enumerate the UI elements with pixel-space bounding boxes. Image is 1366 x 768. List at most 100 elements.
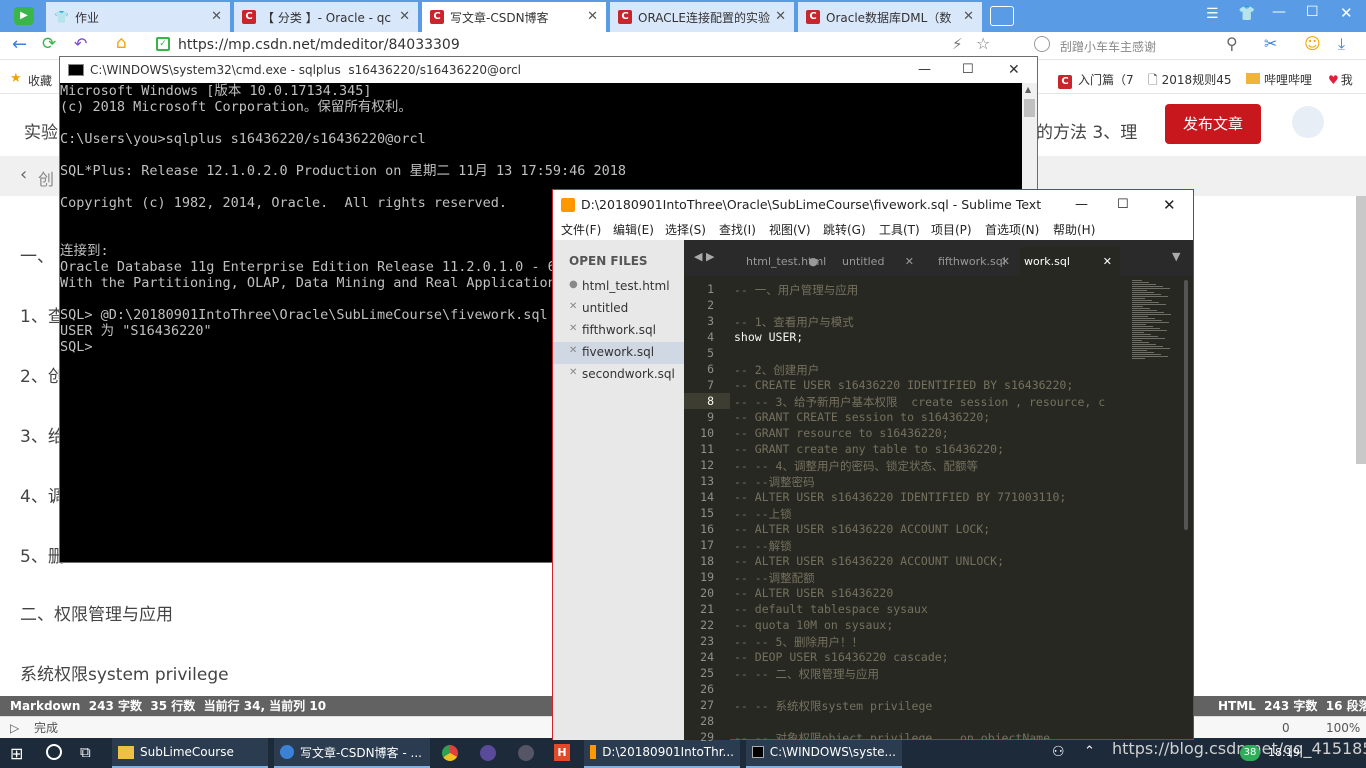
sidebar-file-item[interactable]: ● html_test.html [553,276,684,298]
hbuilder-icon[interactable]: H [554,744,570,761]
browser-logo-icon[interactable]: ▶ [14,7,34,25]
zoom-level[interactable]: 100% [1326,717,1360,739]
emoji-icon[interactable]: ☺ [1304,34,1321,53]
close-icon[interactable]: ✕ [1008,57,1020,83]
task-view-icon[interactable]: ⧉ [80,743,91,761]
editor-tab[interactable]: fifthwork.sql ✕ [924,247,1018,276]
menu-item[interactable]: 文件(F) [561,220,601,240]
menu-item[interactable]: 帮助(H) [1053,220,1095,240]
minimize-icon[interactable]: — [1272,4,1286,20]
taskbar-item-browser[interactable]: 写文章-CSDN博客 - ... [274,738,430,768]
publish-button[interactable]: 发布文章 [1165,104,1261,144]
code-area[interactable]: -- 一、用户管理与应用 -- 1、查看用户与模式 show USER; -- 2、创… [730,276,1128,740]
taskbar-item-cmd[interactable]: C:\WINDOWS\syste... [746,738,902,768]
sublime-scrollbar[interactable] [1181,276,1191,740]
menu-item[interactable]: 工具(T) [879,220,920,240]
menu-item[interactable]: 查找(I) [719,220,756,240]
sublime-window[interactable]: D:\20180901IntoThree\Oracle\SubLimeCours… [552,189,1194,744]
skin-icon[interactable]: 👕 [1238,6,1255,22]
sidebar-file-item[interactable]: ✕ fivework.sql [553,342,684,364]
tools-icon[interactable]: ✂ [1264,34,1277,53]
tab-oracle-connection[interactable]: C ORACLE连接配置的实验 ✕ [610,2,794,32]
tab-write-article[interactable]: C 写文章-CSDN博客 ✕ [422,2,606,32]
undo-icon[interactable]: ↶ [74,34,87,53]
menu-item[interactable]: 跳转(G) [823,220,866,240]
back-icon[interactable]: ← [12,34,27,55]
page-scrollbar[interactable] [1356,196,1366,464]
play-icon[interactable]: ▷ [10,717,19,739]
search-icon[interactable] [46,744,62,760]
scroll-thumb[interactable] [1024,99,1035,117]
maximize-icon[interactable]: ☐ [1306,4,1319,20]
search-engine-icon[interactable] [1034,36,1050,52]
eclipse-icon[interactable] [480,745,496,761]
close-icon[interactable]: ✕ [211,9,222,24]
tab-oracle-category[interactable]: C 【 分类 】- Oracle - qc ✕ [234,2,418,32]
bookmark-item[interactable]: C 入门篇（7 [1058,71,1134,89]
download-icon[interactable]: ⤓ [1338,34,1345,54]
url-field[interactable]: https://mp.csdn.net/mdeditor/84033309 [178,37,460,53]
close-icon[interactable]: ✕ [587,9,598,24]
sidebar-file-item[interactable]: ✕ secondwork.sql [553,364,684,386]
maximize-icon[interactable]: ☐ [1117,190,1129,220]
close-icon[interactable]: ✕ [399,9,410,24]
tab-overflow-icon[interactable]: ▼ [1172,250,1180,263]
unsaved-dot-icon[interactable]: ● [569,279,578,290]
sidebar-file-item[interactable]: ✕ fifthwork.sql [553,320,684,342]
menu-icon[interactable]: ☰ [1206,6,1219,22]
minimize-icon[interactable]: — [1075,190,1088,220]
close-icon[interactable]: ✕ [905,247,914,276]
avatar[interactable] [1292,106,1324,138]
search-input[interactable]: 刮蹭小车车主感谢 [1060,38,1156,55]
people-icon[interactable]: ⚇ [1052,744,1065,760]
unsaved-dot-icon[interactable]: ● [808,247,818,276]
close-icon[interactable]: ✕ [569,323,577,334]
editor-line[interactable]: 二、权限管理与应用 [20,600,173,625]
back-link[interactable]: 创 [38,166,54,190]
menu-item[interactable]: 选择(S) [665,220,706,240]
close-icon[interactable]: ✕ [569,367,577,378]
menu-item[interactable]: 首选项(N) [985,220,1039,240]
tab-oracle-dml[interactable]: C Oracle数据库DML（数 ✕ [798,2,982,32]
app-icon[interactable] [518,745,534,761]
sidebar-file-item[interactable]: ✕ untitled [553,298,684,320]
star-icon[interactable]: ☆ [976,34,990,53]
taskbar-item-folder[interactable]: SubLimeCourse [112,738,268,768]
scroll-up-icon[interactable]: ▲ [1025,85,1031,94]
search-icon[interactable]: ⚲ [1226,34,1238,53]
refresh-icon[interactable]: ⟳ [42,34,56,54]
scroll-thumb[interactable] [1184,280,1188,530]
lightning-icon[interactable]: ⚡ [952,35,963,53]
editor-line[interactable]: 一、 [20,242,54,267]
close-icon[interactable]: ✕ [569,301,577,312]
editor-tab[interactable]: work.sql ✕ [1020,247,1120,276]
editor-line[interactable]: 系统权限system privilege [20,660,229,685]
favorites-label[interactable]: 收藏 [28,72,52,89]
close-icon[interactable]: ✕ [775,9,786,24]
editor-tab[interactable]: untitled ✕ [828,247,922,276]
tray-expand-icon[interactable]: ⌃ [1084,744,1095,759]
tab-homework[interactable]: 👕 作业 ✕ [46,2,230,32]
bookmark-item[interactable]: ♥ 我 [1328,71,1353,88]
back-chevron-icon[interactable]: ‹ [20,164,27,185]
sublime-title-bar[interactable]: D:\20180901IntoThree\Oracle\SubLimeCours… [553,190,1193,220]
article-title-input[interactable]: 实验 [24,118,58,143]
close-window-icon[interactable]: ✕ [1340,4,1353,22]
taskbar-item-sublime[interactable]: D:\20180901IntoThr... [584,738,740,768]
close-icon[interactable]: ✕ [569,345,577,356]
menu-item[interactable]: 项目(P) [931,220,972,240]
chrome-icon[interactable] [442,745,458,761]
close-icon[interactable]: ✕ [1001,247,1010,276]
bookmark-item[interactable]: 🗋 2018规则45 [1148,71,1231,92]
windows-start-icon[interactable]: ⊞ [10,744,23,763]
minimap[interactable] [1128,276,1178,740]
tab-nav-icon[interactable]: ◀ ▶ [694,250,714,263]
cmd-title-bar[interactable]: C:\WINDOWS\system32\cmd.exe - sqlplus s1… [60,57,1037,83]
clock[interactable]: 18:19 [1268,746,1300,759]
home-icon[interactable]: ⌂ [116,33,127,53]
new-tab-button[interactable] [990,6,1014,26]
maximize-icon[interactable]: ☐ [962,57,974,83]
bookmark-item[interactable]: 哔哩哔哩 [1246,71,1312,88]
minimize-icon[interactable]: — [918,57,931,83]
close-icon[interactable]: ✕ [963,9,974,24]
